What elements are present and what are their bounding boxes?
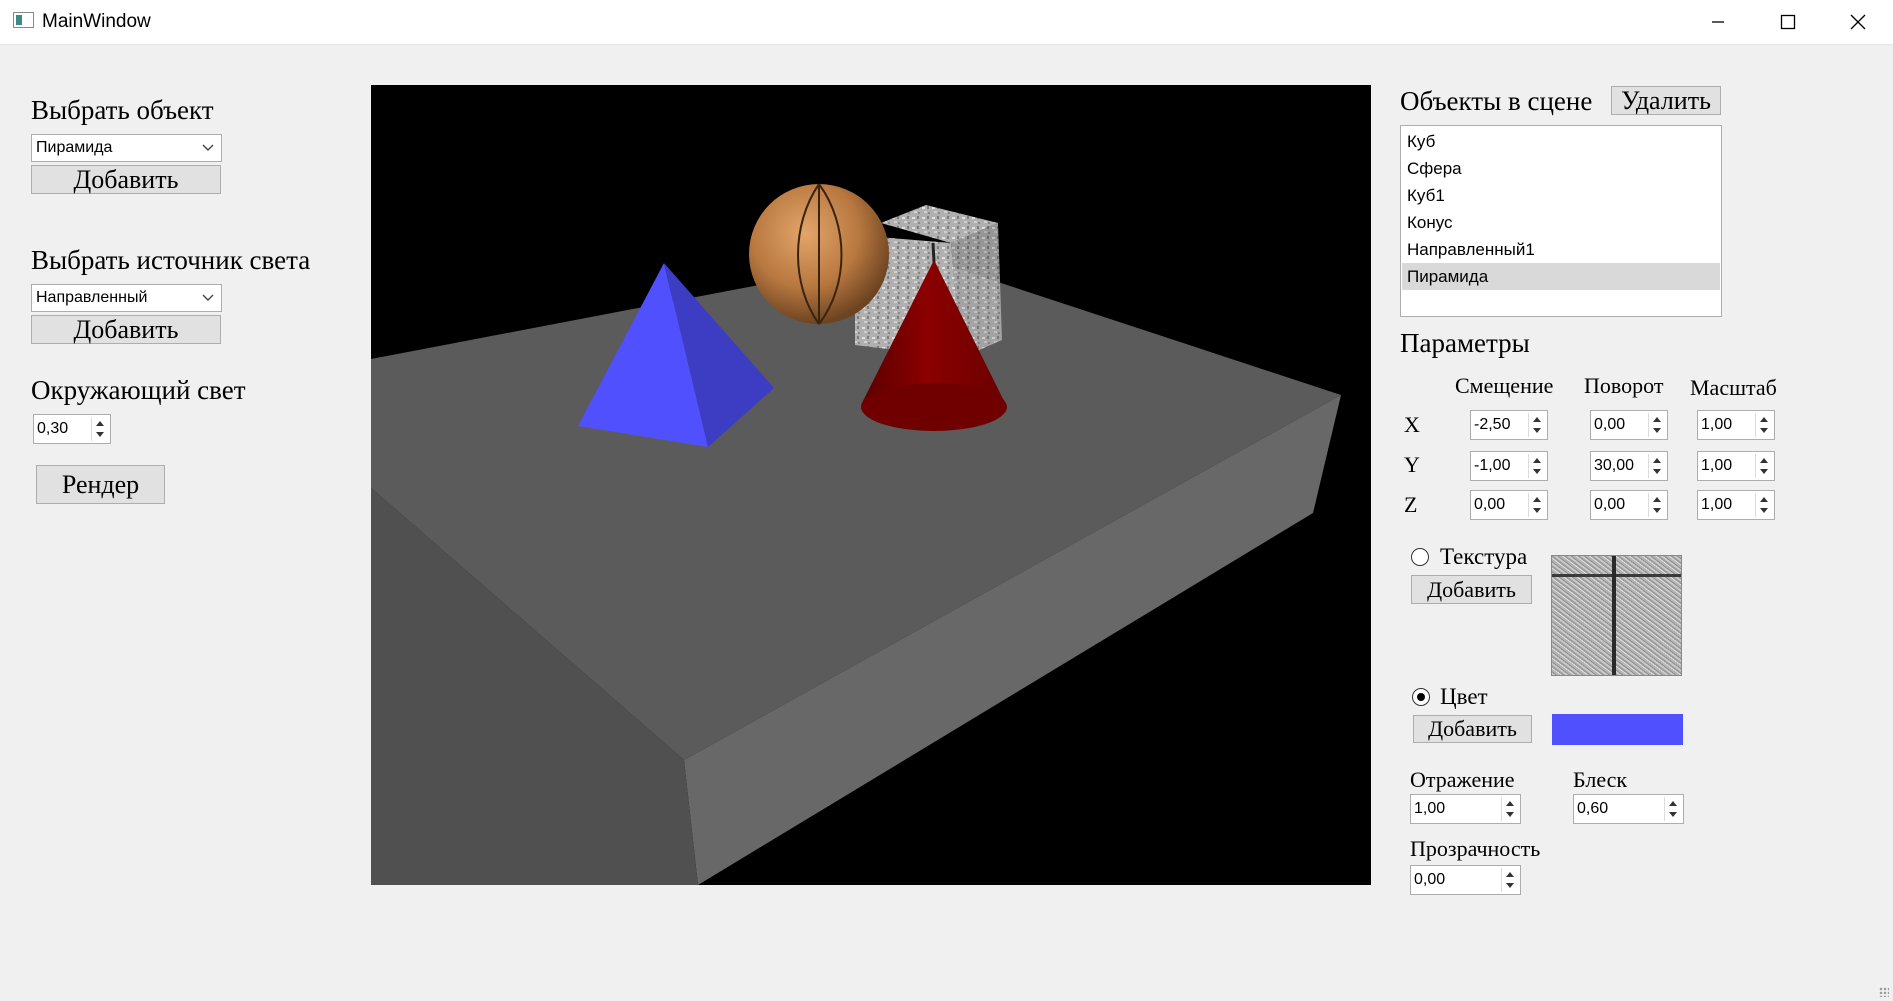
offset-column-header: Смещение xyxy=(1455,373,1554,398)
spin-arrows-icon[interactable] xyxy=(1528,454,1545,478)
scale-x-value: 1,00 xyxy=(1701,416,1733,433)
object-type-combo[interactable]: Пирамида xyxy=(31,134,222,162)
render-button[interactable]: Рендер xyxy=(36,465,165,504)
choose-light-label: Выбрать источник света xyxy=(31,245,311,275)
scale-z-spinbox[interactable]: 1,00 xyxy=(1697,490,1775,520)
scale-y-spinbox[interactable]: 1,00 xyxy=(1697,451,1775,481)
spin-arrows-icon[interactable] xyxy=(1501,797,1518,821)
scale-column-header: Масштаб xyxy=(1690,375,1777,400)
delete-button[interactable]: Удалить xyxy=(1611,86,1721,115)
shine-value: 0,60 xyxy=(1577,800,1609,817)
rotation-x-spinbox[interactable]: 0,00 xyxy=(1590,410,1668,440)
spin-arrows-icon[interactable] xyxy=(1755,493,1772,517)
spin-arrows-icon[interactable] xyxy=(1648,454,1665,478)
maximize-icon xyxy=(1780,14,1796,30)
window-title: MainWindow xyxy=(42,11,151,32)
spin-arrows-icon[interactable] xyxy=(1755,413,1772,437)
spin-arrows-icon[interactable] xyxy=(1501,868,1518,892)
list-item[interactable]: Куб xyxy=(1402,128,1720,155)
resize-grip-icon[interactable] xyxy=(1879,987,1889,997)
list-item-selected[interactable]: Пирамида xyxy=(1402,263,1720,290)
offset-x-value: -2,50 xyxy=(1474,416,1511,433)
list-item[interactable]: Конус xyxy=(1402,209,1720,236)
object-type-value: Пирамида xyxy=(36,139,113,156)
chevron-down-icon xyxy=(202,144,214,151)
light-type-combo[interactable]: Направленный xyxy=(31,284,222,312)
rotation-y-value: 30,00 xyxy=(1594,457,1635,474)
scale-z-value: 1,00 xyxy=(1701,496,1733,513)
add-object-button[interactable]: Добавить xyxy=(31,165,221,194)
spin-arrows-icon[interactable] xyxy=(91,417,108,441)
spin-arrows-icon[interactable] xyxy=(1648,493,1665,517)
scene-objects-list[interactable]: Куб Сфера Куб1 Конус Направленный1 Пирам… xyxy=(1400,125,1722,317)
spin-arrows-icon[interactable] xyxy=(1755,454,1772,478)
list-item[interactable]: Куб1 xyxy=(1402,182,1720,209)
texture-label: Текстура xyxy=(1440,544,1528,569)
texture-preview-image xyxy=(1551,555,1682,676)
spin-arrows-icon[interactable] xyxy=(1528,493,1545,517)
spin-arrows-icon[interactable] xyxy=(1648,413,1665,437)
offset-y-value: -1,00 xyxy=(1474,457,1511,474)
scene-render xyxy=(371,183,1341,885)
reflection-value: 1,00 xyxy=(1414,800,1446,817)
texture-radio[interactable] xyxy=(1411,548,1429,566)
title-bar: MainWindow xyxy=(0,0,1893,45)
color-radio[interactable] xyxy=(1412,688,1430,706)
axis-z-label: Z xyxy=(1404,492,1418,517)
add-color-button[interactable]: Добавить xyxy=(1413,715,1532,743)
reflection-spinbox[interactable]: 1,00 xyxy=(1410,794,1521,824)
render-viewport[interactable] xyxy=(371,85,1371,885)
rotation-z-spinbox[interactable]: 0,00 xyxy=(1590,490,1668,520)
scene-objects-label: Объекты в сцене xyxy=(1400,86,1593,116)
list-item[interactable]: Направленный1 xyxy=(1402,236,1720,263)
maximize-button[interactable] xyxy=(1753,0,1823,44)
list-item[interactable]: Сфера xyxy=(1402,155,1720,182)
transparency-label: Прозрачность xyxy=(1410,836,1541,861)
cone-base xyxy=(861,383,1007,431)
ambient-light-spinbox[interactable]: 0,30 xyxy=(33,414,111,444)
close-button[interactable] xyxy=(1823,0,1893,44)
rotation-y-spinbox[interactable]: 30,00 xyxy=(1590,451,1668,481)
add-light-button[interactable]: Добавить xyxy=(31,315,221,344)
add-texture-button[interactable]: Добавить xyxy=(1411,575,1532,604)
offset-z-spinbox[interactable]: 0,00 xyxy=(1470,490,1548,520)
color-label: Цвет xyxy=(1440,684,1488,709)
shine-spinbox[interactable]: 0,60 xyxy=(1573,794,1684,824)
transparency-spinbox[interactable]: 0,00 xyxy=(1410,865,1521,895)
rotation-z-value: 0,00 xyxy=(1594,496,1626,513)
minimize-button[interactable] xyxy=(1683,0,1753,44)
offset-x-spinbox[interactable]: -2,50 xyxy=(1470,410,1548,440)
chevron-down-icon xyxy=(202,294,214,301)
light-type-value: Направленный xyxy=(36,289,148,306)
color-swatch xyxy=(1552,714,1683,745)
rotation-x-value: 0,00 xyxy=(1594,416,1626,433)
offset-z-value: 0,00 xyxy=(1474,496,1506,513)
app-icon xyxy=(13,12,34,28)
offset-y-spinbox[interactable]: -1,00 xyxy=(1470,451,1548,481)
ambient-light-value: 0,30 xyxy=(37,420,69,437)
reflection-label: Отражение xyxy=(1410,767,1515,792)
axis-y-label: Y xyxy=(1404,452,1420,477)
choose-object-label: Выбрать объект xyxy=(31,95,214,125)
axis-x-label: X xyxy=(1404,412,1420,437)
spin-arrows-icon[interactable] xyxy=(1528,413,1545,437)
scale-y-value: 1,00 xyxy=(1701,457,1733,474)
transparency-value: 0,00 xyxy=(1414,871,1446,888)
rotation-column-header: Поворот xyxy=(1584,373,1664,398)
spin-arrows-icon[interactable] xyxy=(1664,797,1681,821)
close-icon xyxy=(1850,14,1866,30)
ambient-light-label: Окружающий свет xyxy=(31,375,246,405)
shine-label: Блеск xyxy=(1573,767,1628,792)
minimize-icon xyxy=(1712,21,1724,23)
scale-x-spinbox[interactable]: 1,00 xyxy=(1697,410,1775,440)
parameters-title: Параметры xyxy=(1400,328,1530,358)
